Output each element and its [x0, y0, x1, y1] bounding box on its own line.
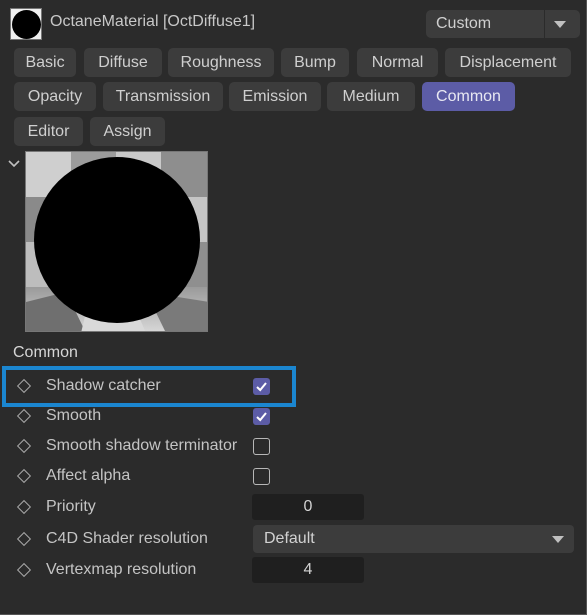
tab-bump[interactable]: Bump [281, 48, 349, 77]
property-label: Smooth shadow terminator [46, 437, 238, 454]
keyframe-diamond-icon[interactable] [16, 408, 32, 424]
tab-emission[interactable]: Emission [229, 82, 321, 111]
collapse-chevron-icon[interactable] [8, 158, 20, 170]
tab-common[interactable]: Common [422, 82, 515, 111]
affect-alpha-checkbox[interactable] [253, 468, 270, 485]
chevron-down-icon[interactable] [554, 21, 566, 28]
tab-transmission[interactable]: Transmission [103, 82, 223, 111]
keyframe-diamond-icon[interactable] [16, 468, 32, 484]
preset-value: Custom [436, 15, 492, 32]
tab-basic[interactable]: Basic [14, 48, 76, 77]
preset-dropdown[interactable]: Custom [426, 10, 580, 38]
property-row-priority: Priority 0 [0, 493, 587, 521]
shadow-catcher-highlight-box [2, 366, 296, 407]
property-row-affect-alpha: Affect alpha [0, 462, 587, 490]
material-swatch-icon[interactable] [10, 8, 42, 40]
tab-editor[interactable]: Editor [14, 117, 83, 146]
c4d-shader-resolution-dropdown[interactable]: Default [253, 525, 574, 553]
smooth-shadow-terminator-checkbox[interactable] [253, 438, 270, 455]
material-attributes-panel: OctaneMaterial [OctDiffuse1] Custom Basi… [0, 0, 587, 615]
smooth-checkbox[interactable] [253, 408, 270, 425]
priority-input[interactable]: 0 [252, 494, 364, 520]
keyframe-diamond-icon[interactable] [16, 499, 32, 515]
keyframe-diamond-icon[interactable] [16, 531, 32, 547]
keyframe-diamond-icon[interactable] [16, 438, 32, 454]
tab-opacity[interactable]: Opacity [14, 82, 96, 111]
tab-displacement[interactable]: Displacement [445, 48, 571, 77]
property-row-c4d-shader-resolution: C4D Shader resolution Default [0, 525, 587, 553]
tab-medium[interactable]: Medium [327, 82, 415, 111]
checkmark-icon [256, 412, 267, 422]
tab-normal[interactable]: Normal [357, 48, 438, 77]
tab-assign[interactable]: Assign [90, 117, 165, 146]
chevron-down-icon[interactable] [552, 536, 564, 543]
keyframe-diamond-icon[interactable] [16, 562, 32, 578]
material-preview [25, 151, 208, 332]
tab-roughness[interactable]: Roughness [168, 48, 274, 77]
property-row-smooth-shadow-terminator: Smooth shadow terminator [0, 432, 587, 460]
property-label: Vertexmap resolution [46, 561, 197, 578]
tab-diffuse[interactable]: Diffuse [84, 48, 162, 77]
property-label: Priority [46, 498, 96, 515]
material-header: OctaneMaterial [OctDiffuse1] Custom [8, 6, 580, 40]
property-label: C4D Shader resolution [46, 530, 208, 547]
dropdown-value: Default [264, 530, 315, 547]
vertexmap-resolution-input[interactable]: 4 [252, 557, 364, 583]
property-label: Affect alpha [46, 467, 131, 484]
property-label: Smooth [46, 407, 102, 424]
section-title-common: Common [13, 344, 78, 361]
property-row-vertexmap-resolution: Vertexmap resolution 4 [0, 556, 587, 584]
material-title: OctaneMaterial [OctDiffuse1] [50, 13, 256, 30]
